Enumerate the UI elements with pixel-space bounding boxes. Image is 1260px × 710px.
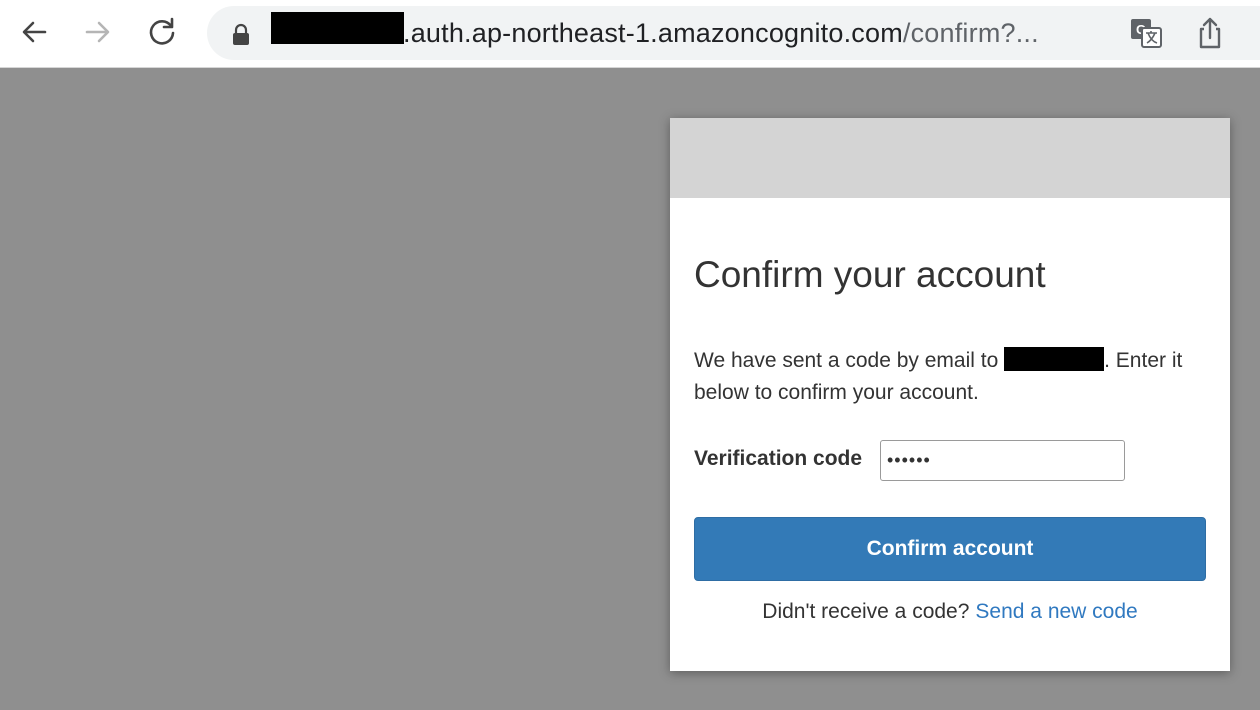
redacted-host [271, 12, 404, 44]
resend-code-row: Didn't receive a code? Send a new code [670, 600, 1230, 624]
reload-icon [149, 17, 175, 45]
url-host: .auth.ap-northeast-1.amazoncognito.com [403, 18, 903, 48]
send-new-code-link[interactable]: Send a new code [975, 600, 1137, 623]
page-title: Confirm your account [694, 254, 1046, 295]
confirm-account-card: Confirm your account We have sent a code… [670, 118, 1230, 671]
verification-code-label: Verification code [694, 447, 863, 470]
confirm-account-button[interactable]: Confirm account [694, 517, 1206, 581]
arrow-right-icon [85, 21, 110, 43]
share-button[interactable] [1193, 16, 1227, 50]
verification-code-input[interactable] [880, 440, 1125, 481]
browser-toolbar: .auth.ap-northeast-1.amazoncognito.com/c… [0, 0, 1260, 68]
reload-button[interactable] [144, 14, 180, 50]
forward-button[interactable] [80, 14, 116, 50]
redacted-email [1004, 347, 1105, 371]
share-icon [1199, 17, 1221, 49]
card-banner [670, 118, 1230, 198]
back-button[interactable] [16, 14, 52, 50]
message-part-1: We have sent a code by email to [694, 349, 1005, 372]
translate-icon: G [1131, 19, 1162, 48]
resend-prompt: Didn't receive a code? [762, 600, 970, 623]
confirmation-message: We have sent a code by email to . Enter … [694, 345, 1204, 409]
url-text[interactable]: .auth.ap-northeast-1.amazoncognito.com/c… [403, 18, 1039, 49]
address-bar[interactable]: .auth.ap-northeast-1.amazoncognito.com/c… [207, 6, 1260, 60]
lock-icon[interactable] [231, 23, 251, 45]
arrow-left-icon [22, 21, 47, 43]
url-path: /confirm?... [902, 18, 1039, 48]
translate-button[interactable]: G [1129, 17, 1163, 49]
